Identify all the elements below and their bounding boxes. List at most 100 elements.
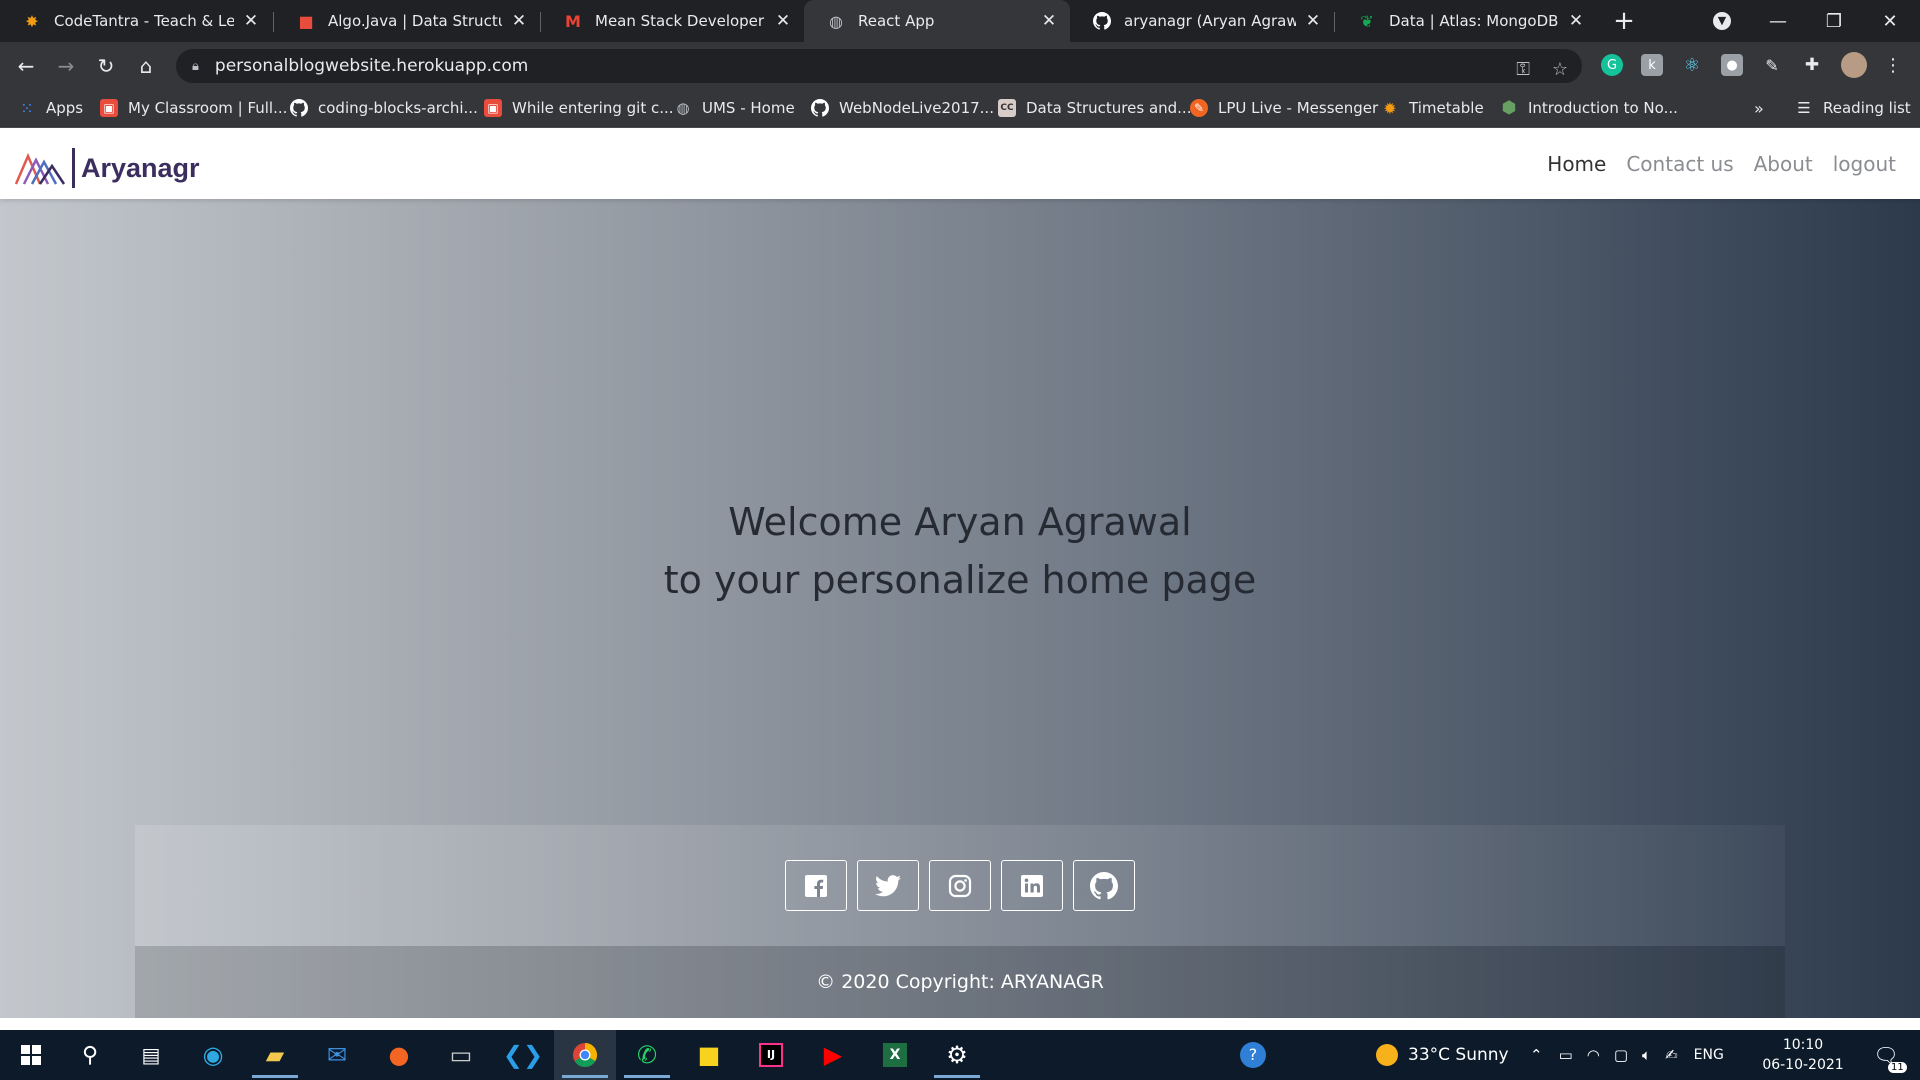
url-text: personalblogwebsite.herokuapp.com [214,56,529,76]
bookmark-coding-blocks[interactable]: coding-blocks-archi... [290,88,478,128]
taskbar-settings[interactable]: ⚙ [926,1030,988,1080]
reading-list-button[interactable]: ☰ Reading list [1795,88,1910,128]
bookmark-ums-home[interactable]: ◍ UMS - Home [674,88,794,128]
pen-icon[interactable]: ✍ [1665,1046,1678,1064]
restore-button[interactable]: ❐ [1806,0,1862,42]
tab-react-app[interactable]: ◍ React App ✕ [804,0,1070,42]
facebook-button[interactable] [785,860,847,911]
folder-icon: ▰ [265,1041,285,1069]
mail-icon: ✉ [326,1041,348,1069]
bookmark-lpu-live[interactable]: ✎ LPU Live - Messenger [1190,88,1378,128]
twitter-button[interactable] [857,860,919,911]
start-button[interactable] [0,1030,62,1080]
bookmark-webnodelive[interactable]: WebNodeLive2017... [811,88,994,128]
sticky-note-icon: ■ [697,1041,721,1069]
apps-grid-icon: ⁙ [20,98,34,118]
weather-widget[interactable]: 33°C Sunny [1376,1030,1509,1080]
windows-taskbar: ⚲ ▤ ◉ ▰ ✉ ● ▭ ❮❯ ✆ ■ IJ ▶ X ⚙ ? 33°C Sun… [0,1030,1920,1080]
wifi-icon[interactable]: ◠ [1587,1046,1600,1064]
star-icon[interactable]: ☆ [1552,59,1568,80]
extension-k-icon[interactable]: k [1641,54,1663,76]
home-button[interactable]: ⌂ [130,50,162,82]
taskbar-postman[interactable]: ● [368,1030,430,1080]
close-icon[interactable]: ✕ [774,11,792,31]
search-button[interactable]: ⚲ [59,1030,121,1080]
bookmark-introduction-nodejs[interactable]: ⬢ Introduction to No... [1500,88,1678,128]
tab-algojava[interactable]: ■ Algo.Java | Data Structures a ✕ [274,0,540,42]
clock[interactable]: 10:10 06-10-2021 [1758,1035,1848,1075]
close-icon[interactable]: ✕ [242,11,260,31]
notification-icon: 🗨︎ 11 [1873,1043,1907,1073]
help-button[interactable]: ? [1240,1030,1266,1080]
battery-icon[interactable]: ▭ [1559,1046,1573,1064]
bookmark-data-structures[interactable]: CC Data Structures and... [998,88,1191,128]
address-bar[interactable]: 🔒︎ personalblogwebsite.herokuapp.com ⚿ ☆ [176,49,1582,83]
brand-logo[interactable]: Aryanagr [14,148,200,188]
nav-about-link[interactable]: About [1754,152,1813,176]
github-icon [811,99,829,117]
notification-center-button[interactable]: 🗨︎ 11 [1866,1030,1907,1080]
forward-button[interactable]: → [50,50,82,82]
edge-icon: ◉ [202,1041,224,1069]
github-button[interactable] [1073,860,1135,911]
taskbar-whatsapp[interactable]: ✆ [616,1030,678,1080]
language-indicator[interactable]: ENG [1694,1047,1724,1063]
tab-gmail[interactable]: M Mean Stack Developer Inter ✕ [541,0,804,42]
bookmark-timetable[interactable]: ✹ Timetable [1381,88,1483,128]
grammarly-icon[interactable]: G [1601,54,1623,76]
meet-now-icon[interactable]: ▢ [1614,1046,1628,1064]
hero-title: Welcome Aryan Agrawal [728,500,1192,544]
new-tab-button[interactable]: + [1598,0,1650,42]
more-bookmarks-button[interactable]: » [1754,88,1764,128]
task-view-button[interactable]: ▤ [120,1030,182,1080]
bookmark-my-classroom[interactable]: ▣ My Classroom | Full... [100,88,287,128]
pencil-icon[interactable]: ✎ [1761,54,1783,76]
close-icon[interactable]: ✕ [510,11,528,31]
reload-button[interactable]: ↻ [90,50,122,82]
nav-logout-link[interactable]: logout [1833,152,1896,176]
taskbar-youtube[interactable]: ▶ [802,1030,864,1080]
bookmark-while-entering-git[interactable]: ▣ While entering git c... [484,88,674,128]
tab-codetantra[interactable]: ✸ CodeTantra - Teach & Learn ✕ [0,0,272,42]
taskbar-terminal[interactable]: ▭ [430,1030,492,1080]
close-icon[interactable]: ✕ [1567,11,1585,31]
tab-github[interactable]: aryanagr (Aryan Agrawal) ✕ [1070,0,1334,42]
profile-avatar[interactable] [1841,52,1867,78]
taskbar-file-explorer[interactable]: ▰ [244,1030,306,1080]
nav-contact-link[interactable]: Contact us [1626,152,1733,176]
clock-date: 06-10-2021 [1762,1057,1844,1073]
close-icon[interactable]: ✕ [1304,11,1322,31]
extension-square-icon[interactable]: ● [1721,54,1743,76]
taskbar-chrome[interactable] [554,1030,616,1080]
taskbar-vscode[interactable]: ❮❯ [492,1030,554,1080]
taskbar-intellij[interactable]: IJ [740,1030,802,1080]
key-icon[interactable]: ⚿ [1516,59,1530,80]
react-devtools-icon[interactable]: ⚛ [1681,54,1703,76]
close-window-button[interactable]: ✕ [1862,0,1918,42]
tab-mongodb[interactable]: ❦ Data | Atlas: MongoDB Atla ✕ [1335,0,1597,42]
close-icon[interactable]: ✕ [1040,11,1058,31]
chevron-up-icon[interactable]: ⌃ [1530,1046,1543,1064]
taskbar-edge[interactable]: ◉ [182,1030,244,1080]
hero-subtitle: to your personalize home page [663,558,1257,602]
taskbar-sticky-notes[interactable]: ■ [678,1030,740,1080]
cube-icon: ■ [298,11,314,31]
bookmark-apps[interactable]: ⁙ Apps [18,88,83,128]
tab-search-button[interactable]: ▼ [1694,0,1750,42]
minimize-button[interactable]: — [1750,0,1806,42]
linkedin-button[interactable] [1001,860,1063,911]
nodejs-icon: ⬢ [1501,98,1517,118]
site-navbar: Aryanagr Home Contact us About logout [0,128,1920,199]
extensions-puzzle-icon[interactable]: ✚ [1801,54,1823,76]
nav-home-link[interactable]: Home [1547,152,1606,176]
help-icon: ? [1240,1042,1266,1068]
back-button[interactable]: ← [10,50,42,82]
chevron-down-icon: ▼ [1713,12,1731,30]
instagram-button[interactable] [929,860,991,911]
menu-dots-icon[interactable]: ⋮ [1882,54,1904,76]
windows-logo-icon [21,1045,41,1065]
taskbar-excel[interactable]: X [864,1030,926,1080]
taskbar-mail[interactable]: ✉ [306,1030,368,1080]
codetantra-icon: ✸ [25,11,39,31]
volume-icon[interactable]: 🔈︎ [1642,1046,1651,1064]
